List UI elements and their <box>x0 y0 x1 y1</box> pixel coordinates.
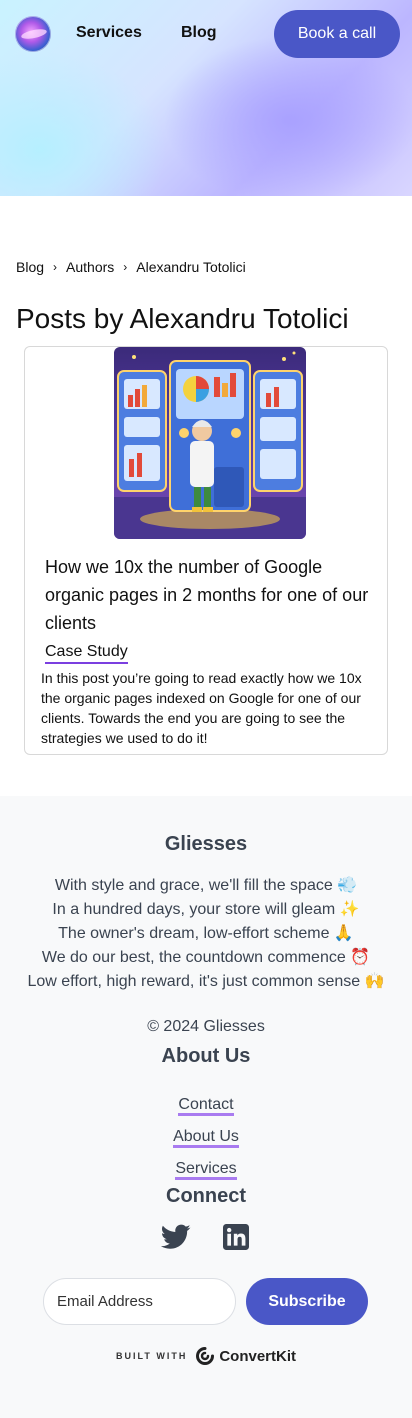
breadcrumb-current: Alexandru Totolici <box>136 259 246 275</box>
page-title: Posts by Alexandru Totolici <box>16 303 349 334</box>
email-field[interactable] <box>43 1278 236 1325</box>
nav-services[interactable]: Services <box>76 24 142 42</box>
convertkit-label: ConvertKit <box>219 1347 296 1365</box>
chevron-right-icon: › <box>123 260 128 274</box>
copyright: © 2024 Gliesses <box>147 1018 265 1035</box>
twitter-icon[interactable] <box>160 1224 191 1250</box>
built-with-label: BUILT WITH <box>116 1351 188 1361</box>
breadcrumb-blog[interactable]: Blog <box>16 259 44 275</box>
about-us-heading: About Us <box>161 1045 251 1067</box>
subscribe-button[interactable]: Subscribe <box>246 1278 368 1325</box>
post-card[interactable]: How we 10x the number of Google organic … <box>24 346 388 755</box>
post-excerpt: In this post you’re going to read exactl… <box>41 670 362 746</box>
footer-poem: With style and grace, we'll fill the spa… <box>0 874 412 994</box>
built-with-convertkit[interactable]: BUILT WITH ConvertKit <box>0 1346 412 1366</box>
connect-heading: Connect <box>166 1185 246 1207</box>
poem-line: With style and grace, we'll fill the spa… <box>54 877 358 894</box>
poem-line: The owner's dream, low-effort scheme 🙏 <box>58 925 354 942</box>
breadcrumb-authors[interactable]: Authors <box>66 259 114 275</box>
post-title[interactable]: How we 10x the number of Google organic … <box>45 553 380 637</box>
poem-line: In a hundred days, your store will gleam… <box>52 901 360 918</box>
post-tag[interactable]: Case Study <box>45 642 128 664</box>
linkedin-icon[interactable] <box>223 1224 249 1250</box>
post-thumbnail[interactable] <box>114 347 306 539</box>
footer-link-contact[interactable]: Contact <box>178 1096 234 1116</box>
breadcrumb: Blog › Authors › Alexandru Totolici <box>16 259 246 275</box>
site-logo[interactable] <box>15 16 51 52</box>
book-a-call-button[interactable]: Book a call <box>274 10 400 58</box>
chevron-right-icon: › <box>53 260 58 274</box>
poem-line: We do our best, the countdown commence ⏰ <box>41 949 371 966</box>
footer-link-services[interactable]: Services <box>175 1160 237 1180</box>
footer-link-about-us[interactable]: About Us <box>173 1128 239 1148</box>
convertkit-logo-icon <box>196 1347 215 1365</box>
nav-blog[interactable]: Blog <box>181 24 217 42</box>
poem-line: Low effort, high reward, it's just commo… <box>27 973 385 990</box>
footer-brand: Gliesses <box>164 833 248 855</box>
